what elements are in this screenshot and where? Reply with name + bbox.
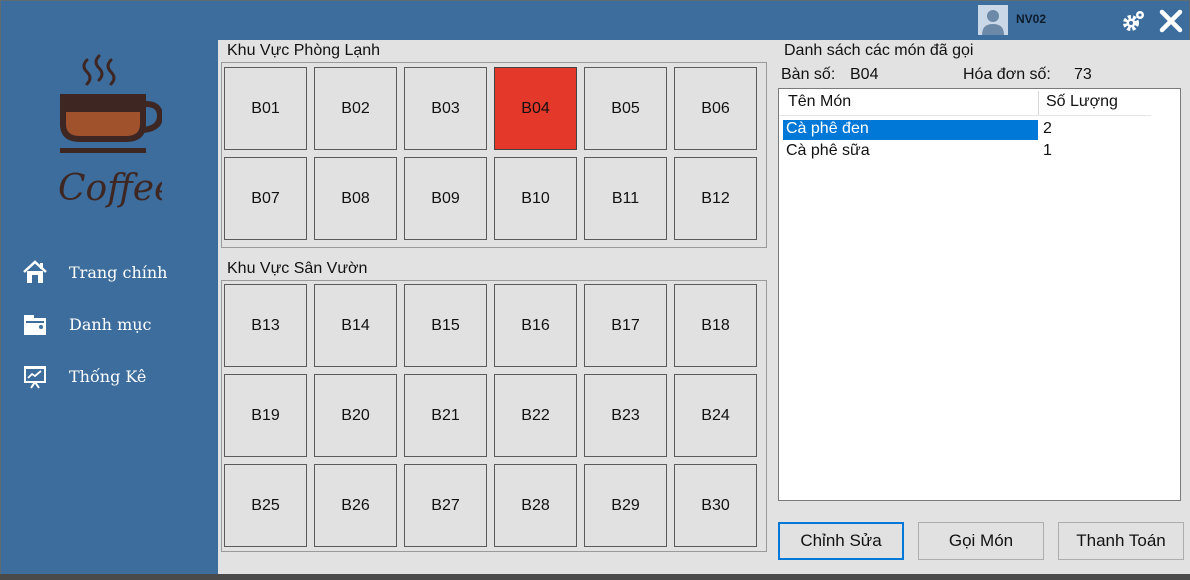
table-button-b01[interactable]: B01 xyxy=(224,67,307,150)
table-button-b17[interactable]: B17 xyxy=(584,284,667,367)
bottom-edge xyxy=(0,574,1190,580)
pay-button[interactable]: Thanh Toán xyxy=(1058,522,1184,560)
presentation-chart-icon xyxy=(24,366,46,389)
table-button-b04[interactable]: B04 xyxy=(494,67,577,150)
sidebar-item-statistics[interactable]: Thống Kê xyxy=(22,361,202,391)
edit-button[interactable]: Chỉnh Sửa xyxy=(778,522,904,560)
table-button-b26[interactable]: B26 xyxy=(314,464,397,547)
table-button-b19[interactable]: B19 xyxy=(224,374,307,457)
table-button-b24[interactable]: B24 xyxy=(674,374,757,457)
table-number-value: B04 xyxy=(850,66,879,83)
column-header-quantity[interactable]: Số Lượng xyxy=(1046,93,1118,111)
item-quantity: 1 xyxy=(1043,142,1052,159)
table-button-b05[interactable]: B05 xyxy=(584,67,667,150)
table-button-b10[interactable]: B10 xyxy=(494,157,577,240)
table-button-b27[interactable]: B27 xyxy=(404,464,487,547)
area-title-garden: Khu Vực Sân Vườn xyxy=(227,260,368,277)
table-button-b28[interactable]: B28 xyxy=(494,464,577,547)
folder-icon xyxy=(24,315,46,335)
table-button-b12[interactable]: B12 xyxy=(674,157,757,240)
close-icon[interactable] xyxy=(1158,8,1184,34)
column-separator[interactable] xyxy=(1038,91,1039,115)
sidebar-item-label: Danh mục xyxy=(69,314,152,334)
user-name: NV02 xyxy=(1016,12,1047,26)
table-button-b11[interactable]: B11 xyxy=(584,157,667,240)
table-button-b25[interactable]: B25 xyxy=(224,464,307,547)
item-name: Cà phê đen xyxy=(783,120,1038,140)
table-button-b20[interactable]: B20 xyxy=(314,374,397,457)
table-button-b15[interactable]: B15 xyxy=(404,284,487,367)
table-button-b09[interactable]: B09 xyxy=(404,157,487,240)
sidebar-item-home[interactable]: Trang chính xyxy=(22,257,202,287)
main-panel: Khu Vực Phòng Lạnh B01 B02 B03 B04 B05 B06 B07… xyxy=(218,40,1190,574)
list-item[interactable]: Cà phê sữa 1 xyxy=(780,141,1160,162)
invoice-number-value: 73 xyxy=(1074,66,1092,83)
coffee-logo: Coffee xyxy=(58,54,162,209)
header-divider xyxy=(779,115,1151,116)
item-quantity: 2 xyxy=(1043,120,1052,137)
table-button-b07[interactable]: B07 xyxy=(224,157,307,240)
logo-text: Coffee xyxy=(58,168,162,209)
sidebar-item-label: Trang chính xyxy=(69,262,168,282)
table-button-b08[interactable]: B08 xyxy=(314,157,397,240)
area-title-cold-room: Khu Vực Phòng Lạnh xyxy=(227,42,381,59)
column-header-item-name[interactable]: Tên Món xyxy=(788,93,851,111)
table-button-b16[interactable]: B16 xyxy=(494,284,577,367)
sidebar-item-label: Thống Kê xyxy=(69,366,147,386)
home-icon xyxy=(23,260,47,283)
table-button-b21[interactable]: B21 xyxy=(404,374,487,457)
sidebar-item-catalog[interactable]: Danh mục xyxy=(22,309,202,339)
user-avatar-icon[interactable] xyxy=(978,5,1008,35)
table-button-b23[interactable]: B23 xyxy=(584,374,667,457)
ordered-items-list[interactable]: Tên Món Số Lượng Cà phê đen 2 Cà phê sữa… xyxy=(778,88,1181,501)
table-button-b02[interactable]: B02 xyxy=(314,67,397,150)
order-list-title: Danh sách các món đã gọi xyxy=(784,42,974,59)
table-button-b13[interactable]: B13 xyxy=(224,284,307,367)
table-number-label: Bàn số: xyxy=(781,66,836,83)
table-button-b29[interactable]: B29 xyxy=(584,464,667,547)
settings-gears-icon[interactable] xyxy=(1121,8,1147,34)
table-button-b03[interactable]: B03 xyxy=(404,67,487,150)
item-name: Cà phê sữa xyxy=(786,142,870,159)
table-button-b06[interactable]: B06 xyxy=(674,67,757,150)
table-button-b14[interactable]: B14 xyxy=(314,284,397,367)
table-button-b22[interactable]: B22 xyxy=(494,374,577,457)
invoice-number-label: Hóa đơn số: xyxy=(963,66,1051,83)
order-button[interactable]: Gọi Món xyxy=(918,522,1044,560)
table-button-b30[interactable]: B30 xyxy=(674,464,757,547)
list-item[interactable]: Cà phê đen 2 xyxy=(780,119,1160,140)
table-button-b18[interactable]: B18 xyxy=(674,284,757,367)
